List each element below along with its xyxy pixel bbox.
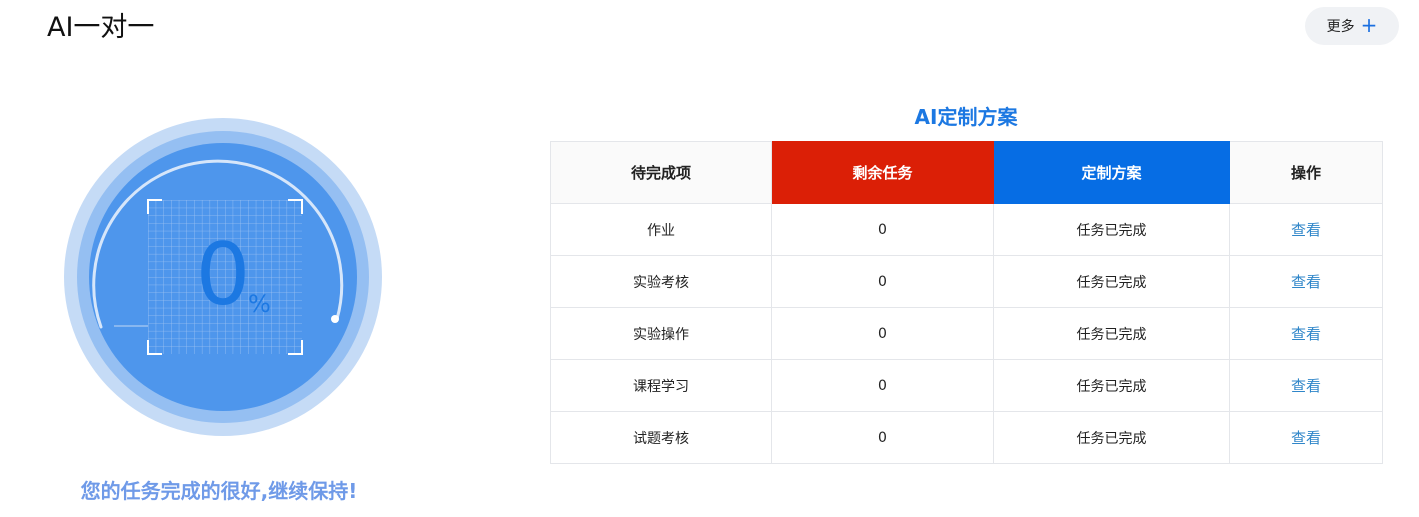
cell-plan: 任务已完成 xyxy=(993,411,1230,464)
cell-remaining: 0 xyxy=(771,255,994,308)
plan-table-title: AI定制方案 xyxy=(914,105,1018,129)
table-row: 课程学习 0 任务已完成 查看 xyxy=(550,359,1383,412)
more-button-label: 更多 xyxy=(1326,19,1355,35)
cell-plan: 任务已完成 xyxy=(993,307,1230,360)
cell-remaining: 0 xyxy=(771,203,994,256)
view-link[interactable]: 查看 xyxy=(1229,359,1383,412)
gauge-graphic xyxy=(64,118,382,436)
gauge-indicator-dot xyxy=(331,315,339,323)
progress-gauge: 0 % xyxy=(64,118,382,436)
cell-plan: 任务已完成 xyxy=(993,359,1230,412)
more-button[interactable]: 更多 + xyxy=(1305,7,1399,45)
cell-remaining: 0 xyxy=(771,359,994,412)
table-row: 作业 0 任务已完成 查看 xyxy=(550,203,1383,256)
cell-item: 试题考核 xyxy=(550,411,772,464)
cell-plan: 任务已完成 xyxy=(993,255,1230,308)
plus-icon: + xyxy=(1360,13,1378,37)
page-title: AI一对一 xyxy=(47,12,155,43)
column-header-action: 操作 xyxy=(1229,141,1383,204)
table-row: 实验考核 0 任务已完成 查看 xyxy=(550,255,1383,308)
view-link[interactable]: 查看 xyxy=(1229,307,1383,360)
view-link[interactable]: 查看 xyxy=(1229,203,1383,256)
column-header-custom-plan: 定制方案 xyxy=(993,141,1230,204)
gauge-grid xyxy=(148,200,302,354)
cell-item: 作业 xyxy=(550,203,772,256)
table-row: 实验操作 0 任务已完成 查看 xyxy=(550,307,1383,360)
view-link[interactable]: 查看 xyxy=(1229,411,1383,464)
cell-item: 实验考核 xyxy=(550,255,772,308)
encouragement-message: 您的任务完成的很好,继续保持! xyxy=(80,479,358,503)
cell-remaining: 0 xyxy=(771,411,994,464)
table-row: 试题考核 0 任务已完成 查看 xyxy=(550,411,1383,464)
cell-plan: 任务已完成 xyxy=(993,203,1230,256)
cell-remaining: 0 xyxy=(771,307,994,360)
column-header-remaining-tasks: 剩余任务 xyxy=(771,141,994,204)
view-link[interactable]: 查看 xyxy=(1229,255,1383,308)
cell-item: 课程学习 xyxy=(550,359,772,412)
plan-table: 待完成项 剩余任务 定制方案 操作 作业 0 任务已完成 查看 实验考核 0 任… xyxy=(550,141,1383,464)
column-header-pending-item: 待完成项 xyxy=(550,141,772,204)
cell-item: 实验操作 xyxy=(550,307,772,360)
table-header-row: 待完成项 剩余任务 定制方案 操作 xyxy=(550,141,1383,204)
